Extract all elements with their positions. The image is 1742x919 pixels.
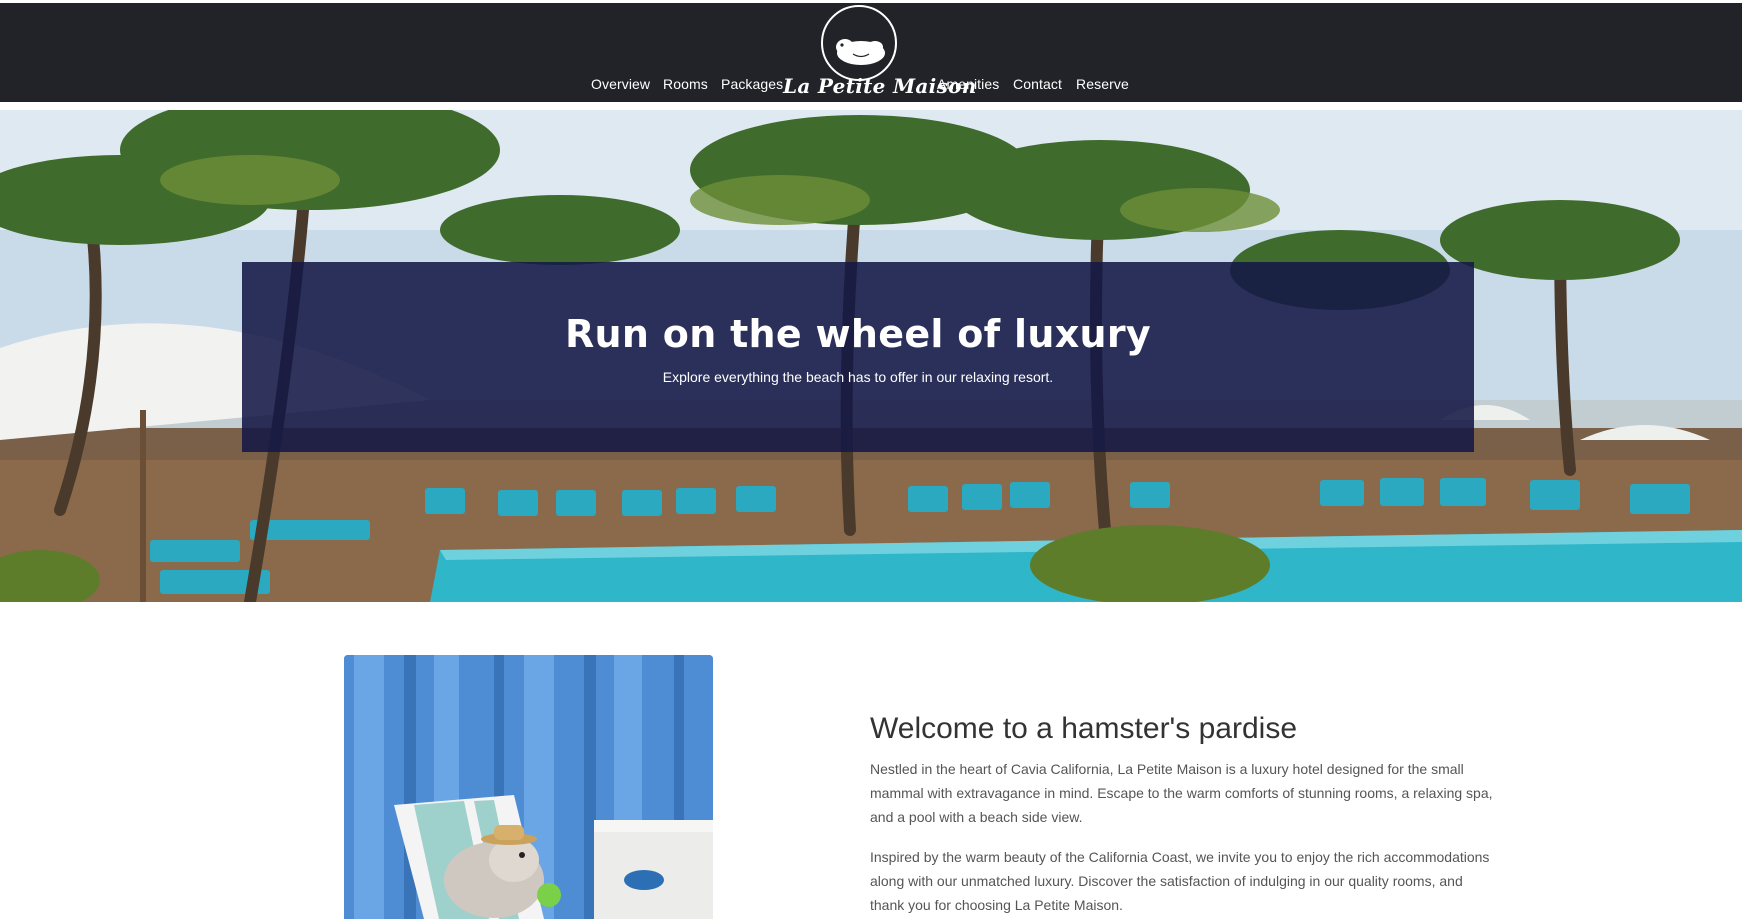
hero-banner: Run on the wheel of luxury Explore every… xyxy=(0,110,1742,602)
welcome-heading: Welcome to a hamster's pardise xyxy=(870,712,1298,745)
welcome-paragraph-1: Nestled in the heart of Cavia California… xyxy=(870,761,1493,825)
hero-subtitle: Explore everything the beach has to offe… xyxy=(662,369,1054,385)
nav-contact[interactable]: Contact xyxy=(1013,76,1062,92)
nav-reserve[interactable]: Reserve xyxy=(1076,76,1129,92)
welcome-paragraph-2: Inspired by the warm beauty of the Calif… xyxy=(870,849,1490,913)
hero-title: Run on the wheel of luxury xyxy=(565,312,1151,356)
logo-text: La Petite Maison xyxy=(783,74,977,98)
hero-overlay: Run on the wheel of luxury Explore every… xyxy=(242,262,1474,452)
site-logo[interactable]: La Petite Maison xyxy=(783,3,977,102)
nav-overview[interactable]: Overview xyxy=(591,76,650,92)
nav-packages[interactable]: Packages xyxy=(721,76,783,92)
hamster-lounger-photo xyxy=(344,655,713,919)
hamster-logo-icon xyxy=(821,5,897,81)
nav-rooms[interactable]: Rooms xyxy=(663,76,708,92)
nav-divider xyxy=(0,102,1742,110)
